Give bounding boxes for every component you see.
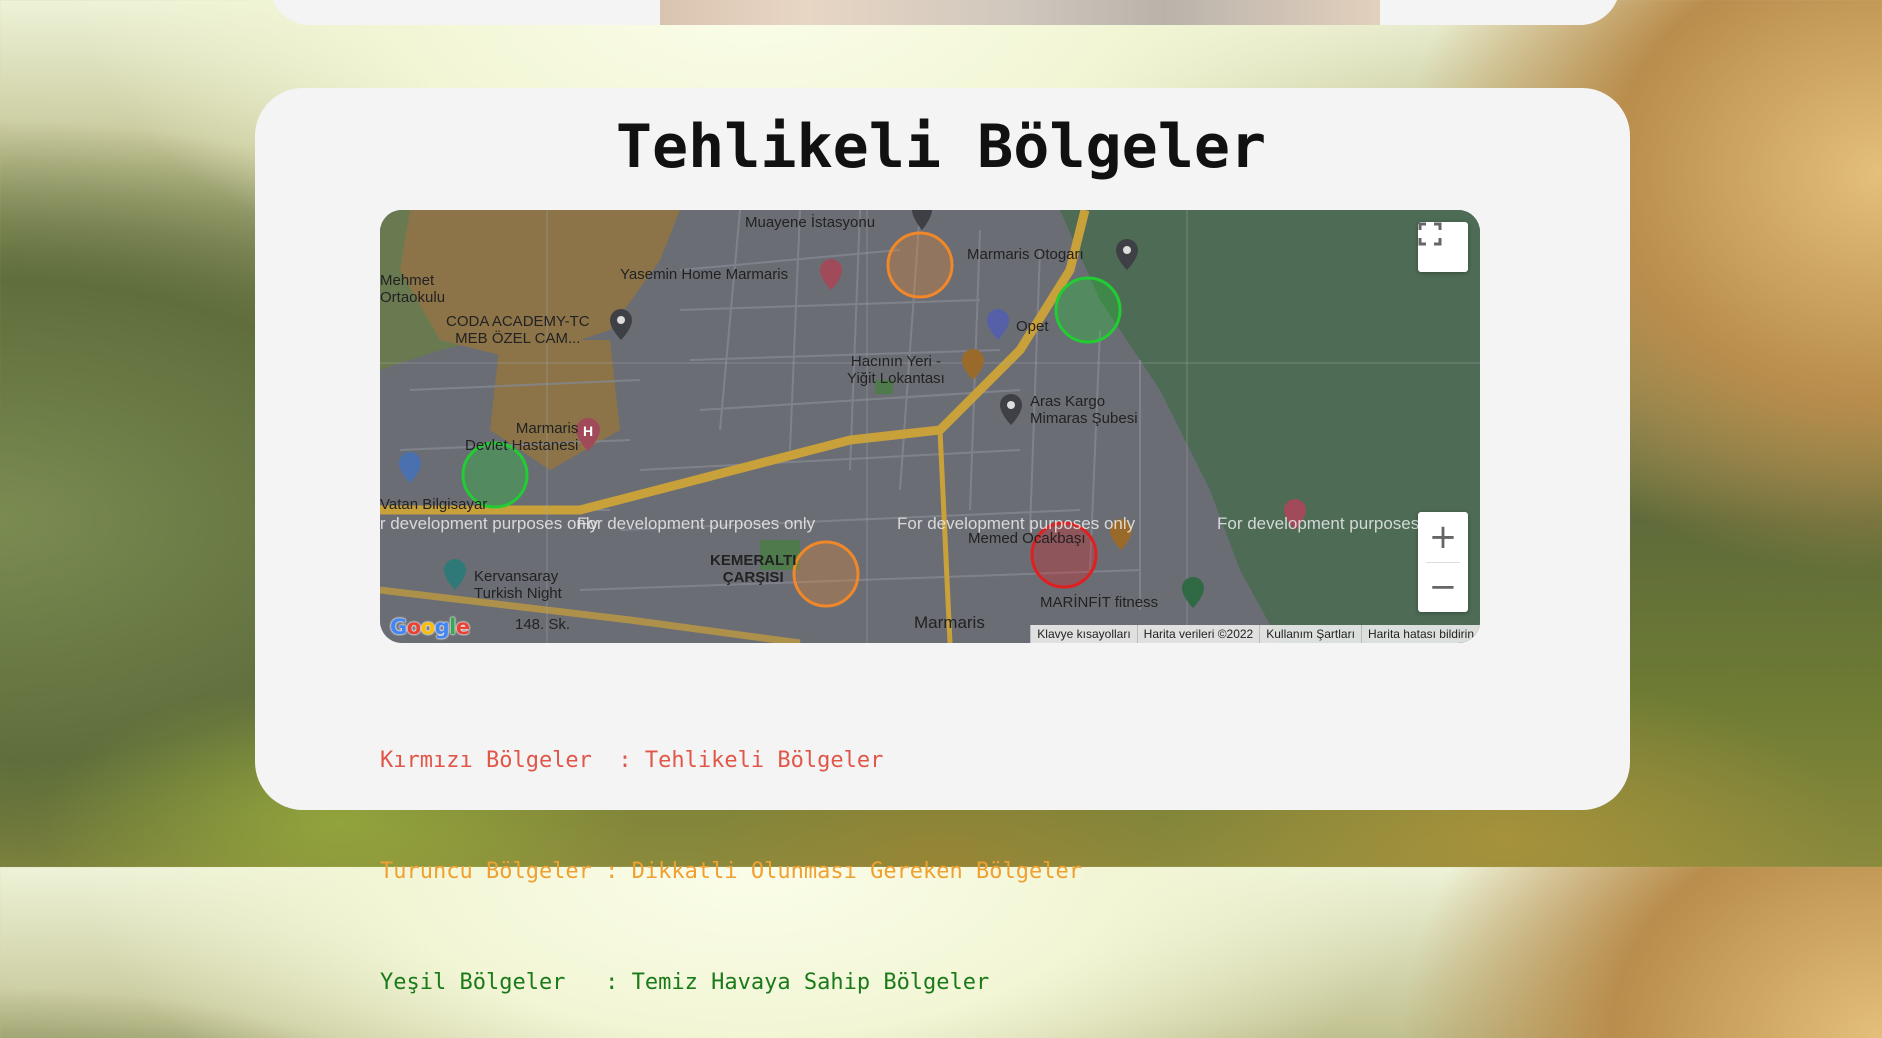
dev-watermark: For development purposes only [380, 514, 599, 533]
map-label: Kervansaray Turkish Night [474, 568, 562, 602]
legend-description: : Temiz Havaya Sahip Bölgeler [605, 970, 990, 995]
dev-watermark: For development purposes only [897, 514, 1136, 533]
map-label: Muayene İstasyonu [745, 214, 876, 231]
map-label: CODA ACADEMY-TC MEB ÖZEL CAM... [446, 313, 590, 347]
dev-watermark: For development purposes only [577, 514, 816, 533]
section-photo [660, 0, 1380, 25]
map-label: Aras Kargo Mimaras Şubesi [1030, 393, 1138, 427]
legend-description: : Dikkatli Olunması Gereken Bölgeler [605, 859, 1082, 884]
svg-text:H: H [583, 423, 593, 439]
legend-label: Turuncu Bölgeler [380, 859, 606, 884]
zone-green[interactable] [1054, 276, 1122, 344]
legend-label: Yeşil Bölgeler [380, 970, 606, 995]
map-label: KEMERALTI ÇARŞISI [710, 552, 797, 586]
map-label: Marmaris Devlet Hastanesi [465, 420, 579, 454]
legend-row-red: Kırmızı Bölgeler : Tehlikeli Bölgeler [380, 742, 1082, 779]
map-label: MARİNFİT fitness [1040, 594, 1159, 611]
zoom-in-button[interactable]: + [1418, 512, 1468, 562]
map-attribution: Klavye kısayolları Harita verileri ©2022… [1030, 625, 1480, 643]
fullscreen-button[interactable] [1418, 222, 1468, 272]
keyboard-shortcuts-link[interactable]: Klavye kısayolları [1030, 625, 1137, 643]
map-label: Hacının Yeri - Yiğit Lokantası [847, 353, 945, 387]
map-data-text: Harita verileri ©2022 [1136, 625, 1260, 643]
previous-section-card [270, 0, 1620, 25]
map-label: Marmaris [914, 613, 985, 632]
terms-link[interactable]: Kullanım Şartları [1259, 625, 1361, 643]
zone-legend: Kırmızı Bölgeler : Tehlikeli Bölgeler Tu… [380, 668, 1082, 1038]
zone-orange[interactable] [886, 231, 954, 299]
google-logo[interactable]: Google [390, 615, 470, 639]
legend-label: Kırmızı Bölgeler [380, 748, 619, 773]
legend-row-orange: Turuncu Bölgeler : Dikkatli Olunması Ger… [380, 853, 1082, 890]
zoom-control: + − [1418, 512, 1468, 612]
zoom-divider [1426, 562, 1460, 563]
zone-orange[interactable] [792, 540, 860, 608]
map-label: Marmaris Otogarı [967, 246, 1084, 263]
legend-description: : Tehlikeli Bölgeler [618, 748, 884, 773]
zoom-out-button[interactable]: − [1418, 562, 1468, 612]
report-error-link[interactable]: Harita hatası bildirin [1360, 625, 1480, 643]
map-label: Opet [1016, 318, 1049, 335]
map-label: Mehmet Ortaokulu [380, 272, 446, 306]
map-label: 148. Sk. [515, 616, 571, 633]
fullscreen-icon [1418, 222, 1442, 246]
google-map[interactable]: H Muayene İstasyonu Yasemin Home Marmari… [380, 210, 1480, 643]
legend-row-green: Yeşil Bölgeler : Temiz Havaya Sahip Bölg… [380, 964, 1082, 1001]
page-title: Tehlikeli Bölgeler [615, 112, 1267, 182]
map-label: Yasemin Home Marmaris [620, 266, 789, 283]
map-label: Vatan Bilgisayar [380, 496, 488, 513]
